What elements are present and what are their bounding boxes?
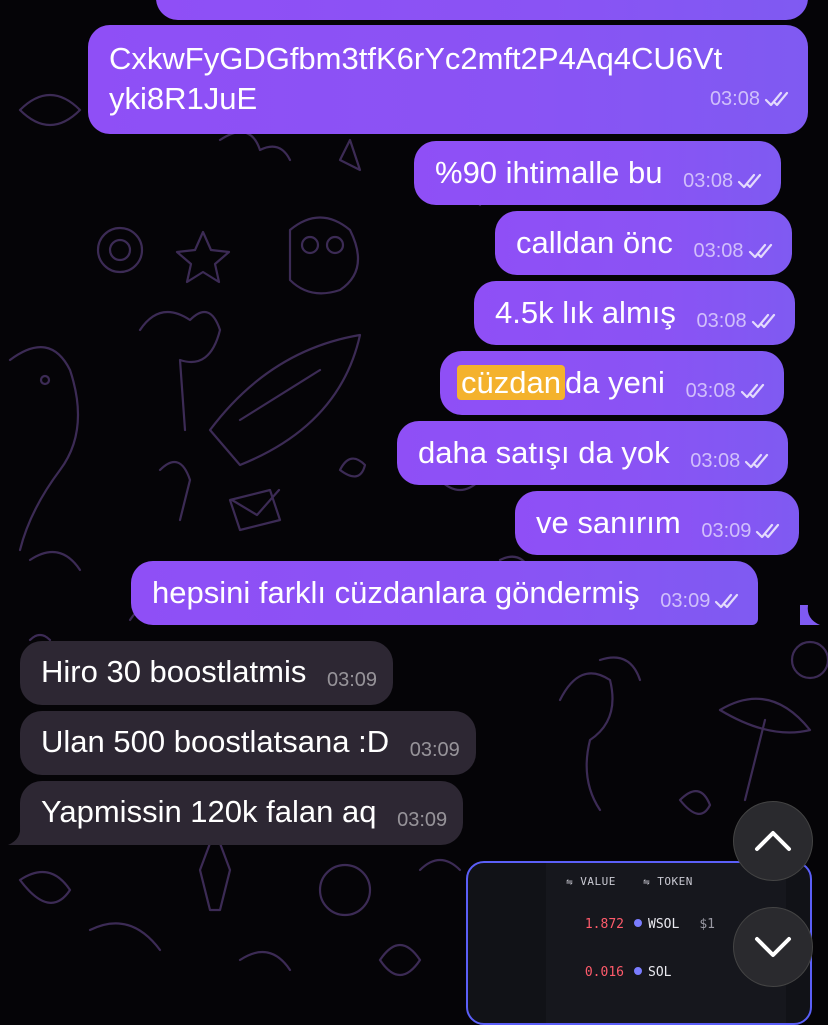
token-symbol: SOL [648, 965, 672, 980]
message-meta: 03:08 [710, 79, 792, 119]
table-row: 1.872 WSOL $1 [578, 917, 715, 932]
read-receipt-icon [751, 313, 775, 329]
message-bubble-outgoing[interactable]: CxkwFyGDGfbm3tfK6rYc2mft2P4Aq4CU6Vt yki8… [88, 25, 808, 134]
message-text: 4.5k lık almış [495, 295, 676, 330]
scroll-down-button[interactable] [733, 907, 813, 987]
message-time: 03:08 [693, 240, 744, 262]
scroll-up-button[interactable] [733, 801, 813, 881]
message-time: 03:09 [660, 590, 711, 612]
chevron-down-icon [755, 937, 791, 957]
message-text-line: yki8R1JuE [109, 81, 258, 116]
message-time: 03:08 [683, 170, 734, 192]
message-bubble-incoming[interactable]: Ulan 500 boostlatsana :D 03:09 [20, 711, 476, 775]
column-header: VALUE [580, 875, 616, 888]
read-receipt-icon [715, 593, 739, 609]
message-bubble-outgoing[interactable]: calldan önc 03:08 [495, 211, 792, 275]
token-value: 0.016 [584, 965, 624, 980]
read-receipt-icon [764, 91, 789, 107]
message-text: calldan önc [516, 225, 673, 260]
token-icon [634, 919, 642, 927]
message-time: 03:09 [409, 739, 460, 761]
message-time: 03:08 [690, 450, 741, 472]
message-text: ve sanırım [536, 505, 681, 540]
message-bubble-incoming[interactable]: Hiro 30 boostlatmis 03:09 [20, 641, 394, 705]
message-text: da yeni [564, 365, 665, 400]
chevron-up-icon [755, 831, 791, 851]
message-text-line: CxkwFyGDGfbm3tfK6rYc2mft2P4Aq4CU6Vt [109, 41, 723, 76]
message-text: hepsini farklı cüzdanlara göndermiş [152, 575, 640, 610]
bubble-tail [800, 605, 820, 625]
token-value: 1.872 [584, 917, 624, 932]
message-text: %90 ihtimalle bu [435, 155, 663, 190]
message-text: Yapmissin 120k falan aq [41, 794, 377, 829]
token-usd: $1 [699, 917, 715, 932]
read-receipt-icon [748, 243, 772, 259]
message-bubble-outgoing[interactable]: cüzdan da yeni 03:08 [440, 351, 784, 415]
message-meta: 03:09 [660, 581, 742, 621]
column-header: TOKEN [657, 875, 693, 888]
message-bubble-incoming[interactable]: Yapmissin 120k falan aq 03:09 [20, 781, 464, 845]
message-text: daha satışı da yok [418, 435, 670, 470]
read-receipt-icon [756, 523, 780, 539]
table-row: 0.016 SOL [578, 965, 672, 980]
message-text: Hiro 30 boostlatmis [41, 654, 307, 689]
message-bubble-partial [156, 0, 808, 20]
read-receipt-icon [738, 173, 762, 189]
message-bubble-outgoing[interactable]: daha satışı da yok 03:08 [397, 421, 789, 485]
bubble-tail [8, 825, 28, 845]
message-time: 03:09 [701, 520, 752, 542]
message-time: 03:08 [685, 380, 736, 402]
message-time: 03:09 [326, 669, 378, 691]
message-bubble-outgoing[interactable]: ve sanırım 03:09 [515, 491, 800, 555]
message-meta: 03:09 [397, 800, 447, 840]
token-symbol: WSOL [648, 917, 680, 932]
message-meta: 03:09 [410, 730, 460, 770]
read-receipt-icon [745, 453, 769, 469]
message-text: Ulan 500 boostlatsana :D [41, 724, 390, 759]
message-bubble-outgoing[interactable]: %90 ihtimalle bu 03:08 [414, 141, 782, 205]
token-icon [634, 967, 642, 975]
message-bubble-outgoing[interactable]: 4.5k lık almış 03:08 [474, 281, 795, 345]
message-meta: 03:08 [690, 441, 772, 481]
message-time: 03:08 [709, 88, 760, 110]
message-meta: 03:08 [697, 301, 779, 341]
message-meta: 03:08 [693, 231, 775, 271]
message-meta: 03:09 [701, 511, 783, 551]
message-meta: 03:08 [686, 371, 768, 411]
read-receipt-icon [740, 383, 764, 399]
search-highlight: cüzdan [457, 365, 565, 400]
message-meta: 03:09 [327, 660, 377, 700]
table-header: ⇋ VALUE ⇋ TOKEN [566, 875, 693, 888]
message-time: 03:08 [696, 310, 747, 332]
message-meta: 03:08 [683, 161, 765, 201]
message-time: 03:09 [397, 809, 448, 831]
message-bubble-outgoing[interactable]: hepsini farklı cüzdanlara göndermiş 03:0… [131, 561, 759, 625]
